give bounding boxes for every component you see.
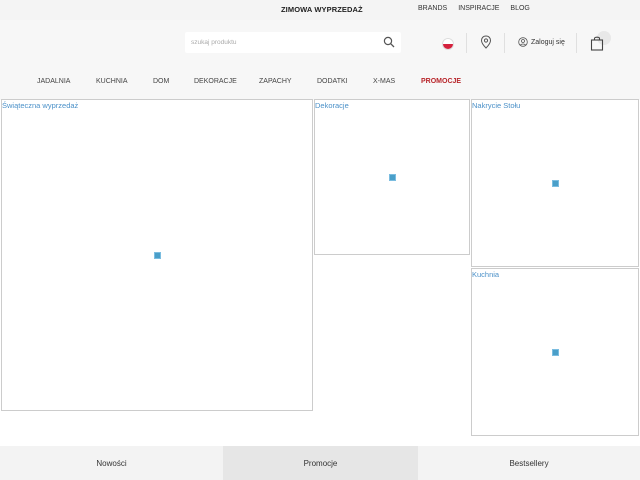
tile-dekoracje[interactable]: Dekoracje bbox=[314, 99, 470, 255]
inspiracje-link[interactable]: INSPIRACJE bbox=[458, 5, 499, 12]
user-icon bbox=[518, 37, 528, 47]
broken-image-icon bbox=[154, 252, 161, 259]
login-link[interactable]: Zaloguj się bbox=[518, 37, 565, 47]
nav-item-dekoracje[interactable]: DEKORACJE bbox=[194, 78, 259, 85]
nav-item-dodatki[interactable]: DODATKI bbox=[317, 78, 373, 85]
brands-link[interactable]: BRANDS bbox=[418, 5, 447, 12]
nav-item-zapachy[interactable]: ZAPACHY bbox=[259, 78, 317, 85]
top-bar: ZIMOWA WYPRZEDAŻ BRANDS INSPIRACJE BLOG bbox=[0, 0, 640, 20]
tab-bestsellery[interactable]: Bestsellery bbox=[418, 446, 640, 480]
tile-label: Dekoracje bbox=[315, 101, 349, 110]
divider bbox=[466, 33, 467, 53]
search-icon[interactable] bbox=[383, 36, 395, 48]
product-tabs: Nowości Promocje Bestsellery bbox=[0, 446, 640, 480]
divider bbox=[504, 33, 505, 53]
search-input[interactable] bbox=[191, 36, 371, 49]
broken-image-icon bbox=[552, 180, 559, 187]
promo-link[interactable]: ZIMOWA WYPRZEDAŻ bbox=[281, 5, 363, 14]
header: Zaloguj się bbox=[0, 20, 640, 100]
nav-item-kuchnia[interactable]: KUCHNIA bbox=[96, 78, 153, 85]
main-nav: JADALNIA KUCHNIA DOM DEKORACJE ZAPACHY D… bbox=[37, 78, 471, 85]
store-location-icon[interactable] bbox=[480, 35, 492, 49]
shopping-bag-icon[interactable] bbox=[590, 35, 604, 51]
tab-promocje[interactable]: Promocje bbox=[223, 446, 418, 480]
login-label: Zaloguj się bbox=[531, 38, 565, 46]
broken-image-icon bbox=[552, 349, 559, 356]
tile-label: Świąteczna wyprzedaż bbox=[2, 101, 79, 110]
tile-label: Nakrycie Stołu bbox=[472, 101, 521, 110]
blog-link[interactable]: BLOG bbox=[510, 5, 529, 12]
tile-label: Kuchnia bbox=[472, 270, 500, 279]
pl-flag-icon[interactable] bbox=[442, 38, 454, 50]
tile-nakrycie-stolu[interactable]: Nakrycie Stołu bbox=[471, 99, 639, 267]
top-links: BRANDS INSPIRACJE BLOG bbox=[418, 5, 530, 12]
tile-swiateczna-wyprzedaz[interactable]: Świąteczna wyprzedaż bbox=[1, 99, 313, 411]
tile-kuchnia[interactable]: Kuchnia bbox=[471, 268, 639, 436]
divider bbox=[576, 33, 577, 53]
search-box bbox=[185, 32, 401, 53]
broken-image-icon bbox=[389, 174, 396, 181]
tab-nowosci[interactable]: Nowości bbox=[0, 446, 223, 480]
nav-item-xmas[interactable]: X-MAS bbox=[373, 78, 421, 85]
nav-item-dom[interactable]: DOM bbox=[153, 78, 194, 85]
nav-item-jadalnia[interactable]: JADALNIA bbox=[37, 78, 96, 85]
nav-item-promocje[interactable]: PROMOCJE bbox=[421, 78, 471, 85]
